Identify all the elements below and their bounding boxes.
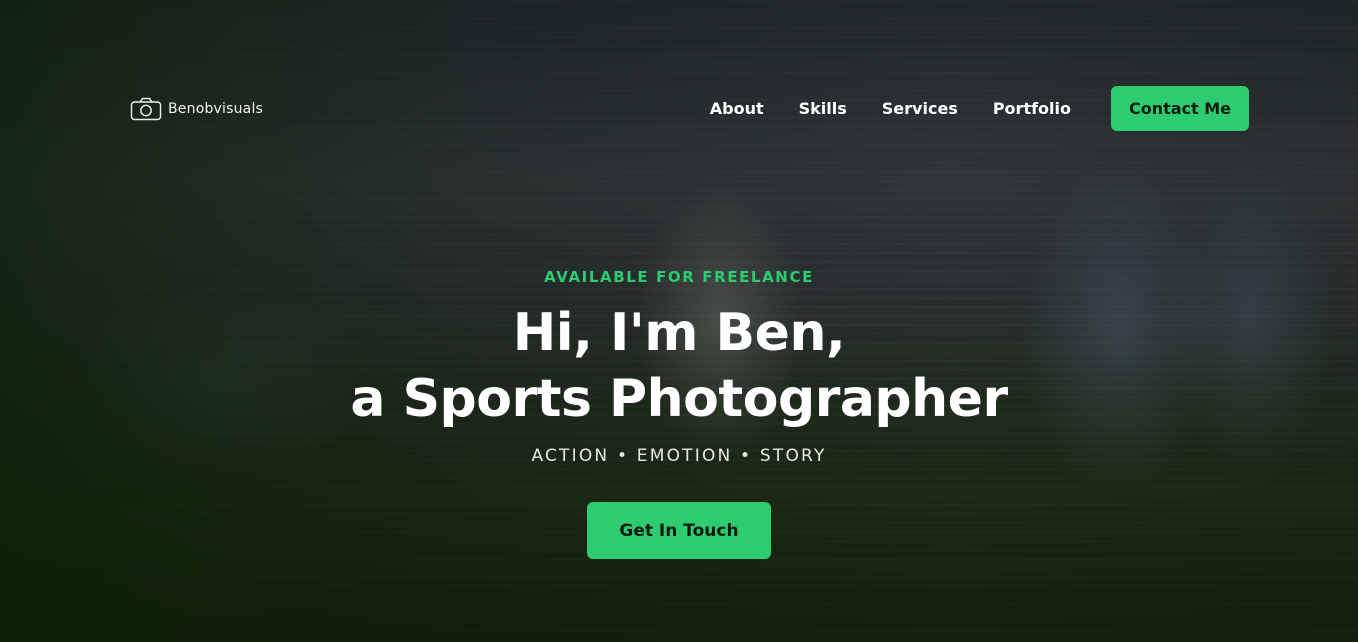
nav-link-portfolio[interactable]: Portfolio (993, 99, 1071, 118)
nav-links: About Skills Services Portfolio (710, 99, 1071, 118)
headline-line-1: Hi, I'm Ben, (512, 303, 846, 363)
top-navigation: Benobvisuals About Skills Services Portf… (130, 86, 1249, 131)
hero-content: AVAILABLE FOR FREELANCE Hi, I'm Ben, a S… (0, 268, 1358, 559)
headline-line-2: a Sports Photographer (350, 369, 1008, 429)
camera-icon (130, 97, 162, 120)
get-in-touch-button[interactable]: Get In Touch (587, 502, 771, 559)
nav-right: About Skills Services Portfolio Contact … (710, 86, 1249, 131)
brand-logo[interactable]: Benobvisuals (130, 97, 263, 121)
nav-link-services[interactable]: Services (882, 99, 958, 118)
nav-link-skills[interactable]: Skills (799, 99, 847, 118)
contact-me-button[interactable]: Contact Me (1111, 86, 1249, 131)
availability-label: AVAILABLE FOR FREELANCE (544, 268, 814, 286)
nav-link-about[interactable]: About (710, 99, 764, 118)
brand-name: Benobvisuals (168, 100, 264, 117)
hero-section: Benobvisuals About Skills Services Portf… (0, 0, 1358, 642)
hero-headline: Hi, I'm Ben, a Sports Photographer (0, 300, 1358, 432)
hero-tagline: ACTION • EMOTION • STORY (531, 446, 827, 466)
